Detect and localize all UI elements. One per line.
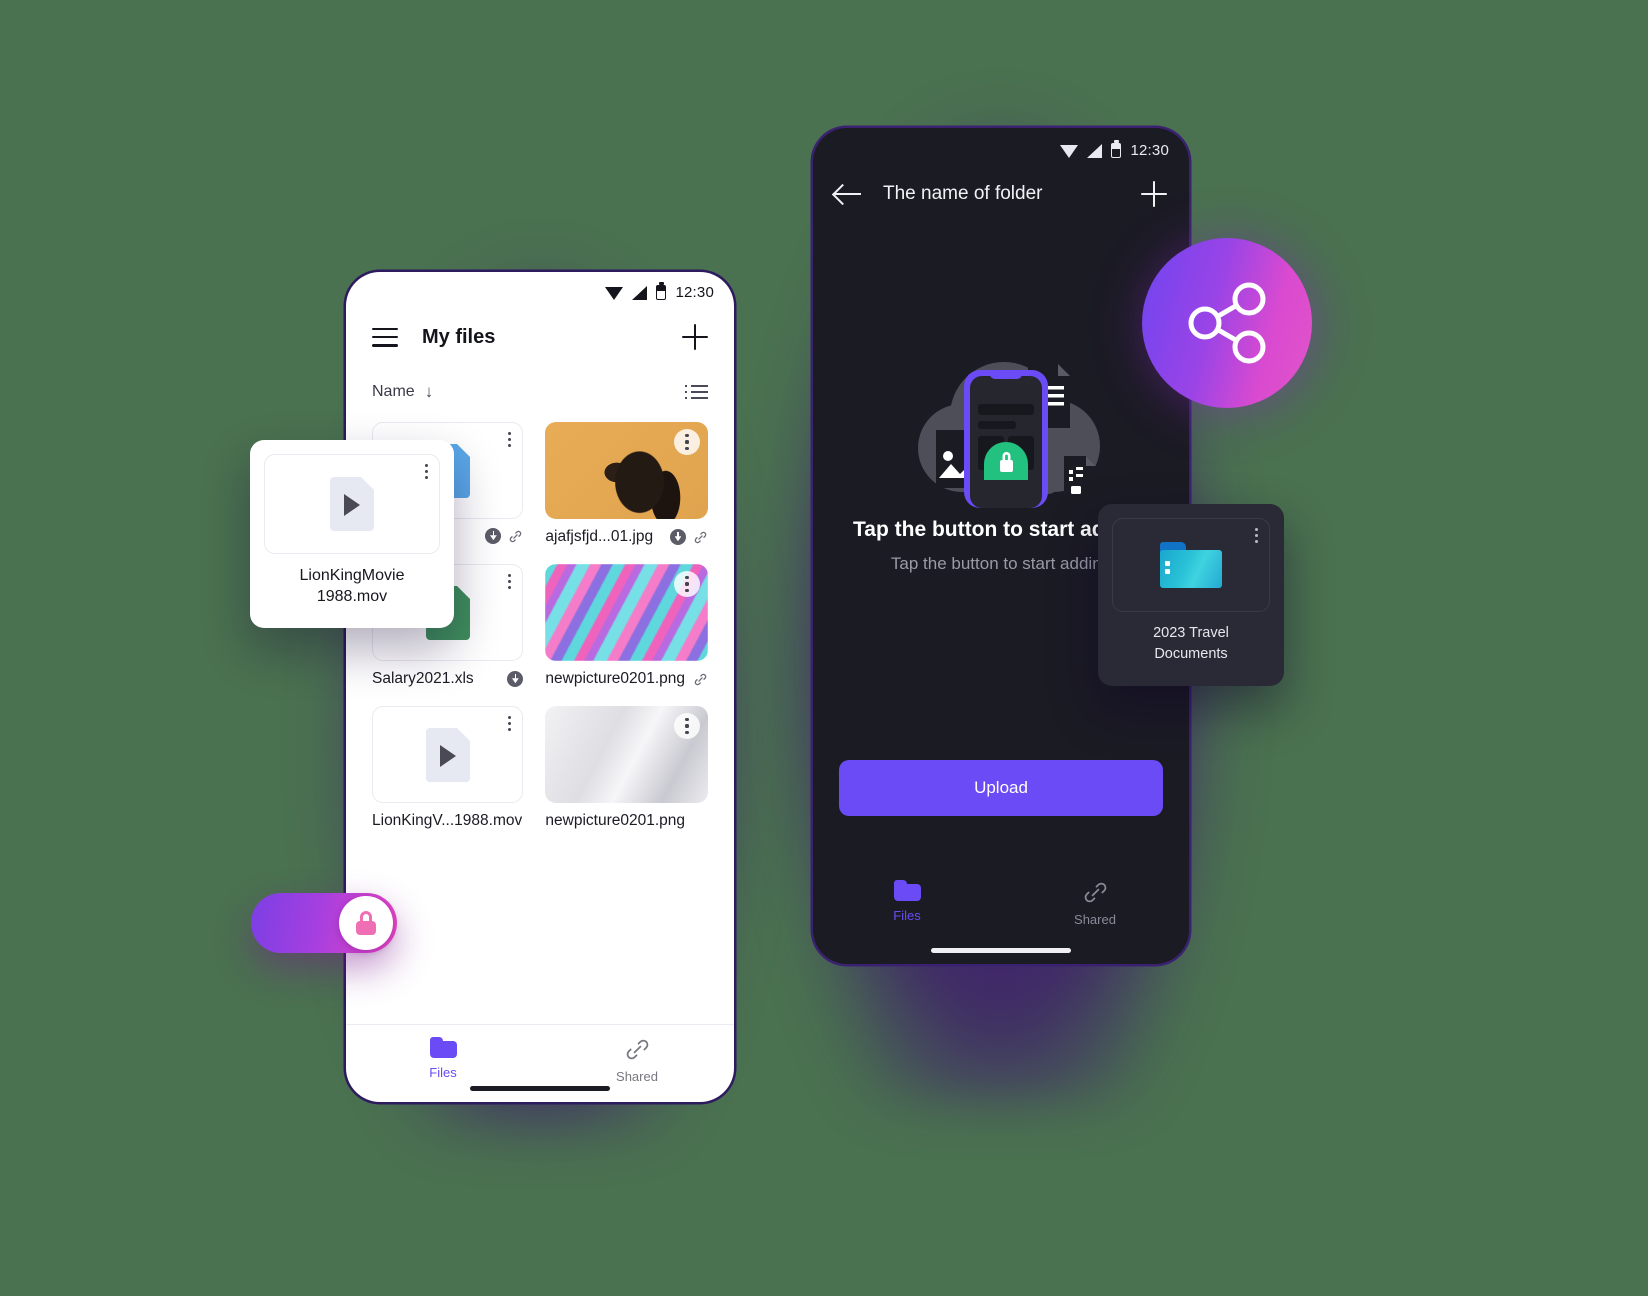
kebab-menu-icon[interactable] xyxy=(508,574,512,590)
file-cell[interactable]: ajafjsfjd...01.jpg xyxy=(545,422,708,546)
nav-label-shared: Shared xyxy=(616,1069,658,1084)
cloud-phone-lock-illustration xyxy=(876,338,1126,508)
kebab-menu-icon[interactable] xyxy=(674,571,700,597)
video-file-icon xyxy=(425,727,470,782)
nav-item-shared[interactable]: Shared xyxy=(540,1037,734,1084)
screenshot-stage: 12:30 My files Name ↓ ajafjsfjd...01.jpg… xyxy=(0,0,1648,1296)
folder-icon xyxy=(429,1037,457,1058)
file-badges xyxy=(693,672,708,687)
link-icon[interactable] xyxy=(508,529,523,544)
movie-card-name-line1: LionKingMovie xyxy=(299,567,405,584)
page-title: My files xyxy=(422,325,496,348)
share-fab-button[interactable] xyxy=(1142,238,1312,408)
battery-icon xyxy=(656,282,667,300)
folder-thumbnail[interactable] xyxy=(1112,518,1270,612)
file-cell[interactable]: LionKingV...1988.mov xyxy=(372,706,524,830)
wifi-icon xyxy=(1060,144,1079,158)
kebab-menu-icon[interactable] xyxy=(674,429,700,455)
plus-icon[interactable] xyxy=(682,324,708,350)
movie-card-name: LionKingMovie 1988.mov xyxy=(264,565,440,607)
file-thumbnail[interactable] xyxy=(372,706,524,803)
file-name: Salary2021.xls xyxy=(372,670,474,687)
light-app-bar: My files xyxy=(346,306,734,368)
file-thumbnail[interactable] xyxy=(545,706,708,803)
floating-movie-file-card[interactable]: LionKingMovie 1988.mov xyxy=(250,440,454,628)
kebab-menu-icon[interactable] xyxy=(1254,528,1258,544)
file-name: newpicture0201.png xyxy=(545,812,685,829)
file-badges xyxy=(507,671,524,687)
home-indicator xyxy=(931,948,1071,953)
battery-icon xyxy=(1111,140,1122,158)
folder-card-name: 2023 Travel Documents xyxy=(1112,623,1270,665)
lock-toggle-switch[interactable] xyxy=(251,893,397,953)
nav-item-files[interactable]: Files xyxy=(813,880,1001,923)
file-thumbnail[interactable] xyxy=(264,454,440,554)
file-meta: LionKingV...1988.mov xyxy=(372,812,523,830)
signal-icon xyxy=(1087,143,1103,158)
kebab-menu-icon[interactable] xyxy=(508,716,512,732)
file-cell[interactable]: newpicture0201.png xyxy=(545,706,708,830)
video-file-icon xyxy=(330,477,374,531)
back-arrow-icon[interactable] xyxy=(835,183,861,205)
home-indicator xyxy=(470,1086,610,1091)
file-thumbnail[interactable] xyxy=(545,564,708,661)
light-phone-files-screen: 12:30 My files Name ↓ ajafjsfjd...01.jpg… xyxy=(346,272,734,1102)
status-icons xyxy=(605,282,667,300)
plus-icon[interactable] xyxy=(1141,181,1167,207)
floating-folder-card[interactable]: 2023 Travel Documents xyxy=(1098,504,1284,686)
file-name: LionKingV...1988.mov xyxy=(372,812,523,829)
folder-icon xyxy=(893,880,921,901)
sort-label[interactable]: Name xyxy=(372,383,415,401)
status-icons xyxy=(1060,140,1122,158)
dark-app-bar: The name of folder xyxy=(813,164,1189,224)
nav-label-files: Files xyxy=(429,1065,457,1080)
wifi-icon xyxy=(605,286,624,300)
nav-label-shared: Shared xyxy=(1074,912,1116,927)
kebab-menu-icon[interactable] xyxy=(508,432,512,448)
arrow-down-icon[interactable]: ↓ xyxy=(425,382,434,402)
kebab-menu-icon[interactable] xyxy=(674,713,700,739)
file-meta: newpicture0201.png xyxy=(545,812,708,830)
folder-title: The name of folder xyxy=(883,183,1043,204)
empty-state-subtitle: Tap the button to start adding xyxy=(890,554,1112,573)
download-icon[interactable] xyxy=(485,528,502,544)
file-badges xyxy=(485,528,523,544)
play-icon xyxy=(344,494,360,517)
play-icon xyxy=(439,744,456,767)
kebab-menu-icon[interactable] xyxy=(424,464,428,480)
file-badges xyxy=(670,529,708,545)
nav-item-files[interactable]: Files xyxy=(346,1037,540,1080)
movie-card-name-line2: 1988.mov xyxy=(316,588,388,605)
lock-icon xyxy=(356,911,376,935)
dark-status-bar: 12:30 xyxy=(813,128,1189,164)
file-meta: Salary2021.xls xyxy=(372,670,524,688)
download-icon[interactable] xyxy=(670,529,686,545)
upload-button[interactable]: Upload xyxy=(839,760,1163,816)
link-icon xyxy=(1084,882,1106,903)
download-icon[interactable] xyxy=(507,671,524,687)
folder-card-name-line2: Documents xyxy=(1154,646,1228,662)
signal-icon xyxy=(632,285,648,300)
list-view-icon[interactable] xyxy=(685,385,708,399)
light-status-bar: 12:30 xyxy=(346,272,734,306)
link-icon[interactable] xyxy=(693,530,708,545)
hamburger-icon[interactable] xyxy=(372,327,398,347)
sort-bar: Name ↓ xyxy=(346,368,734,408)
file-name: newpicture0201.png xyxy=(545,670,685,687)
status-time: 12:30 xyxy=(1130,141,1169,159)
link-icon[interactable] xyxy=(693,672,708,687)
nav-label-files: Files xyxy=(893,908,921,923)
file-name: ajafjsfjd...01.jpg xyxy=(545,528,654,545)
file-thumbnail[interactable] xyxy=(545,422,708,519)
file-cell[interactable]: newpicture0201.png xyxy=(545,564,708,688)
nav-item-shared[interactable]: Shared xyxy=(1001,880,1189,927)
folder-card-name-line1: 2023 Travel xyxy=(1153,625,1229,641)
link-icon xyxy=(626,1039,648,1060)
toggle-knob[interactable] xyxy=(339,896,393,950)
file-meta: newpicture0201.png xyxy=(545,670,708,688)
status-time: 12:30 xyxy=(675,283,714,301)
share-icon xyxy=(1188,282,1266,364)
file-meta: ajafjsfjd...01.jpg xyxy=(545,528,708,546)
blue-folder-icon xyxy=(1160,542,1222,588)
